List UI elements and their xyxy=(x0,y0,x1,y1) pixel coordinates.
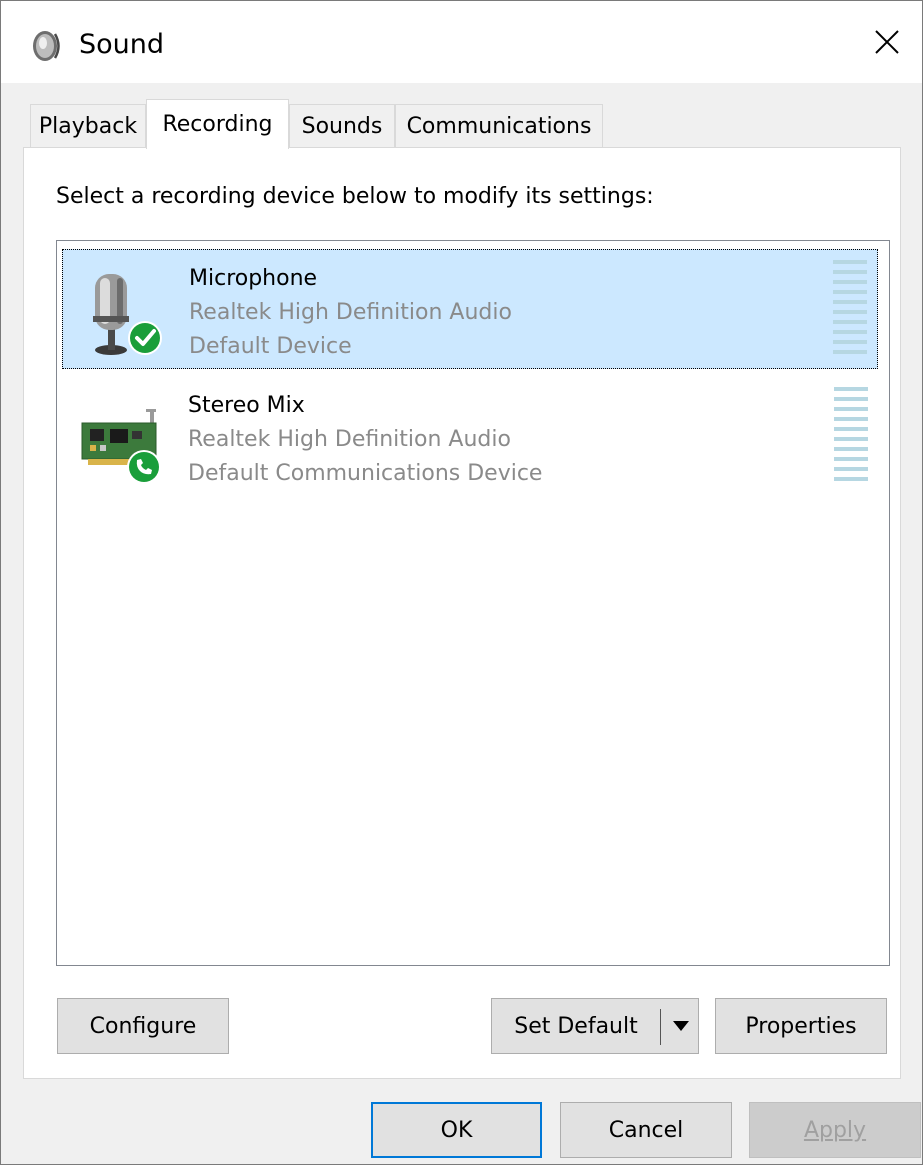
tab-recording[interactable]: Recording xyxy=(146,99,289,149)
speaker-icon xyxy=(33,31,60,61)
apply-button[interactable]: Apply xyxy=(749,1102,921,1158)
device-row-stereo-mix[interactable]: Stereo Mix Realtek High Definition Audio… xyxy=(62,377,878,497)
set-default-button[interactable]: Set Default xyxy=(492,999,660,1053)
device-list[interactable]: Microphone Realtek High Definition Audio… xyxy=(56,240,890,966)
level-meter xyxy=(834,387,868,487)
close-icon xyxy=(875,30,899,54)
level-meter-segment xyxy=(833,340,867,344)
window-title: Sound xyxy=(79,29,165,60)
tab-communications[interactable]: Communications xyxy=(395,104,603,148)
properties-button[interactable]: Properties xyxy=(715,998,887,1054)
level-meter-segment xyxy=(834,457,868,461)
cancel-button[interactable]: Cancel xyxy=(560,1102,732,1158)
device-name: Microphone xyxy=(189,266,318,291)
configure-button[interactable]: Configure xyxy=(57,998,229,1054)
device-status: Default Device xyxy=(189,334,352,359)
instructions-text: Select a recording device below to modif… xyxy=(56,184,654,209)
set-default-split-button[interactable]: Set Default xyxy=(491,998,699,1054)
level-meter-segment xyxy=(834,427,868,431)
device-driver: Realtek High Definition Audio xyxy=(188,427,511,452)
microphone-icon xyxy=(93,274,162,355)
level-meter-segment xyxy=(834,397,868,401)
level-meter-segment xyxy=(833,260,867,264)
level-meter-segment xyxy=(834,467,868,471)
level-meter-segment xyxy=(834,387,868,391)
level-meter-segment xyxy=(834,407,868,411)
device-row-microphone[interactable]: Microphone Realtek High Definition Audio… xyxy=(62,249,878,369)
close-button[interactable] xyxy=(852,1,922,83)
level-meter-segment xyxy=(833,280,867,284)
level-meter-segment xyxy=(833,290,867,294)
device-driver: Realtek High Definition Audio xyxy=(189,300,512,325)
level-meter xyxy=(833,260,867,360)
apply-label: Apply xyxy=(803,1117,867,1143)
dropdown-arrow-icon xyxy=(673,1021,689,1031)
phone-badge-icon xyxy=(129,452,159,482)
tab-playback[interactable]: Playback xyxy=(30,104,146,148)
split-divider xyxy=(660,1009,661,1045)
default-check-badge-icon xyxy=(130,323,160,353)
level-meter-segment xyxy=(833,270,867,274)
ok-button[interactable]: OK xyxy=(371,1102,542,1158)
level-meter-segment xyxy=(833,300,867,304)
level-meter-segment xyxy=(834,437,868,441)
recording-panel: Select a recording device below to modif… xyxy=(23,147,901,1079)
sound-card-icon xyxy=(81,409,161,484)
set-default-dropdown[interactable] xyxy=(664,999,698,1053)
tab-sounds[interactable]: Sounds xyxy=(289,104,395,148)
device-name: Stereo Mix xyxy=(188,393,305,418)
title-bar: Sound xyxy=(1,1,922,83)
device-status: Default Communications Device xyxy=(188,461,543,486)
sound-dialog: Sound Playback Recording Sounds Communic… xyxy=(0,0,923,1165)
level-meter-segment xyxy=(834,447,868,451)
level-meter-segment xyxy=(833,320,867,324)
level-meter-segment xyxy=(833,310,867,314)
level-meter-segment xyxy=(834,477,868,481)
level-meter-segment xyxy=(833,350,867,354)
level-meter-segment xyxy=(834,417,868,421)
level-meter-segment xyxy=(833,330,867,334)
